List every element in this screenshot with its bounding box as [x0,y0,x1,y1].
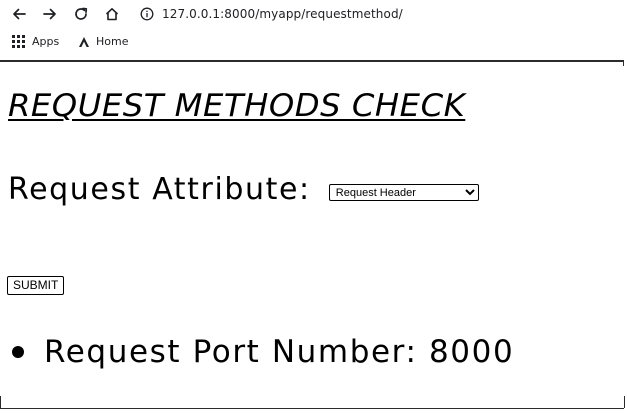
url-text[interactable]: 127.0.0.1:8000/myapp/requestmethod/ [162,7,403,21]
page-content: REQUEST METHODS CHECK Request Attribute:… [0,60,627,414]
address-bar[interactable]: 127.0.0.1:8000/myapp/requestmethod/ [140,4,403,24]
forward-button[interactable] [39,4,61,24]
result-item: Request Port Number: 8000 [12,334,514,370]
attribute-row: Request Attribute: Request Header [8,172,479,207]
content-top-border [0,60,624,62]
back-button[interactable] [8,4,30,24]
info-icon[interactable] [140,7,154,21]
content-border-tick-right [624,396,625,408]
browser-window: 127.0.0.1:8000/myapp/requestmethod/ Apps… [0,0,627,414]
content-bottom-border [0,408,624,409]
bookmark-home-label: Home [96,35,129,48]
bookmarks-bar: Apps Home [0,32,627,56]
bullet-icon [12,346,24,358]
content-border-tick-left [0,396,1,408]
forward-arrow-icon [43,8,56,20]
bookmark-apps[interactable]: Apps [12,35,59,48]
result-list: Request Port Number: 8000 [12,334,514,370]
apps-grid-icon [12,35,25,48]
back-arrow-icon [13,8,26,20]
reload-button[interactable] [70,4,92,24]
reload-icon [75,7,88,20]
browser-toolbar: 127.0.0.1:8000/myapp/requestmethod/ [0,0,627,28]
page-title: REQUEST METHODS CHECK [8,88,466,124]
home-icon [105,8,119,21]
bookmark-apps-label: Apps [32,35,60,48]
attribute-label: Request Attribute: [8,172,311,207]
home-button[interactable] [101,4,123,24]
home-bookmark-logo-icon [79,36,89,47]
result-text: Request Port Number: 8000 [44,334,515,370]
request-attribute-select[interactable]: Request Header [328,184,479,201]
bookmark-home[interactable]: Home [78,35,128,48]
content-border-tick [623,60,624,66]
submit-button[interactable]: SUBMIT [7,276,65,295]
